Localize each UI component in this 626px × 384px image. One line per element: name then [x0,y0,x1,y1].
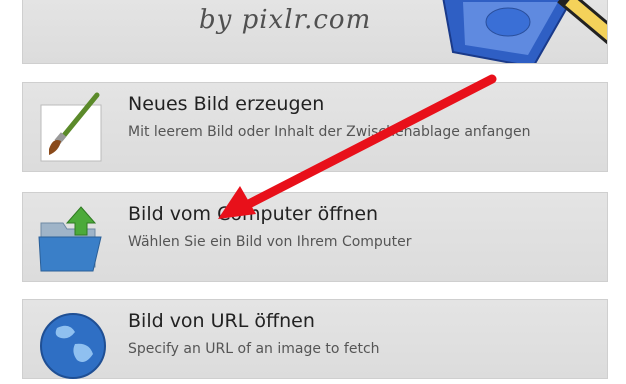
option-title: Neues Bild erzeugen [128,93,325,115]
tagline: by pixlr.com [199,5,372,35]
option-new-image[interactable]: Neues Bild erzeugen Mit leerem Bild oder… [22,82,608,172]
globe-icon [40,313,106,379]
paintbrush-icon [40,92,102,162]
option-title: Bild von URL öffnen [128,310,315,332]
header-banner: by pixlr.com [22,0,608,64]
option-open-from-url[interactable]: Bild von URL öffnen Specify an URL of an… [22,299,608,379]
option-description: Specify an URL of an image to fetch [128,341,380,357]
option-description: Mit leerem Bild oder Inhalt der Zwischen… [128,124,531,140]
option-open-from-computer[interactable]: Bild vom Computer öffnen Wählen Sie ein … [22,192,608,282]
logo-pencil-icon [442,0,607,63]
folder-upload-icon [38,206,102,272]
option-description: Wählen Sie ein Bild von Ihrem Computer [128,234,412,250]
option-title: Bild vom Computer öffnen [128,203,379,225]
